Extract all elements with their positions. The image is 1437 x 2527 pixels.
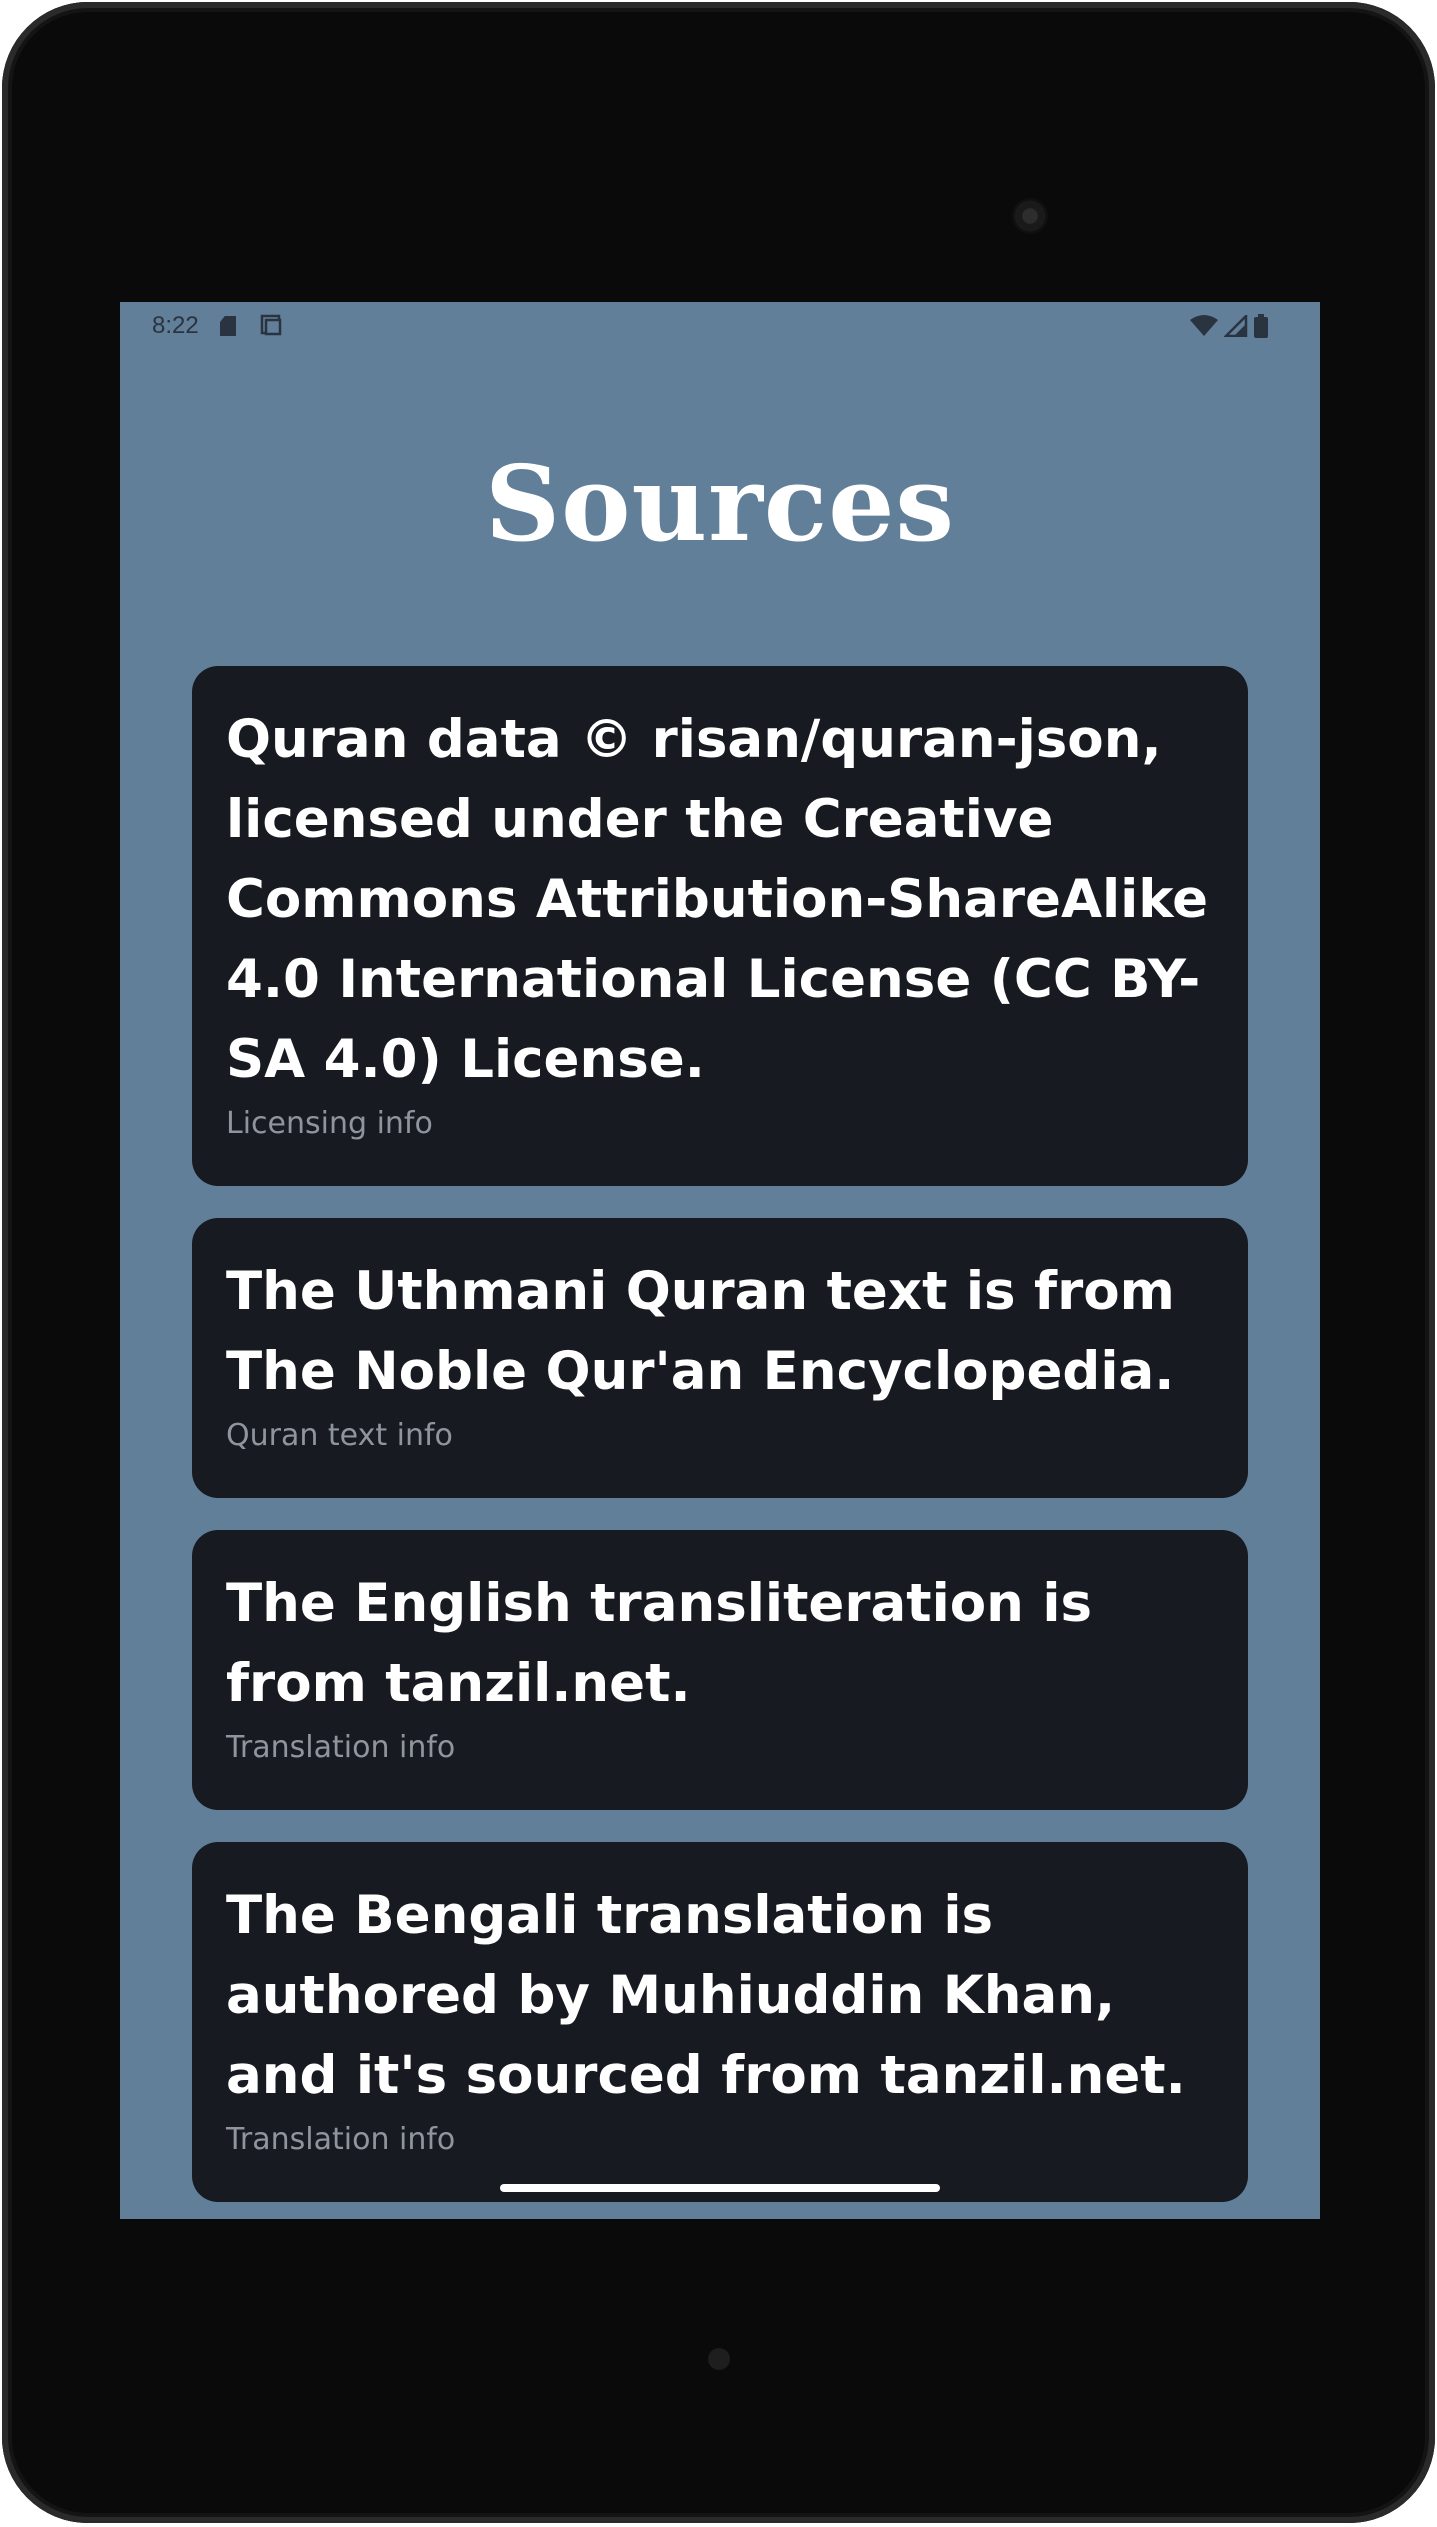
source-card-transliteration[interactable]: The English transliteration is from tanz…	[192, 1530, 1248, 1810]
card-subtitle: Translation info	[226, 2122, 456, 2157]
app-screen: 8:22 Sources Quran data © risan/quran-js…	[120, 302, 1320, 2219]
card-text: Quran data © risan/quran-json, licensed …	[226, 709, 1209, 1090]
card-text: The Bengali translation is authored by M…	[226, 1885, 1186, 2106]
card-subtitle: Quran text info	[226, 1418, 453, 1453]
front-camera	[1012, 198, 1048, 234]
source-card-licensing[interactable]: Quran data © risan/quran-json, licensed …	[192, 666, 1248, 1186]
status-time: 8:22	[152, 312, 199, 339]
status-bar: 8:22	[120, 302, 1320, 352]
screenshot-icon	[260, 314, 282, 336]
status-icons	[1190, 314, 1268, 338]
source-card-bengali-translation[interactable]: The Bengali translation is authored by M…	[192, 1842, 1248, 2202]
tablet-frame: 8:22 Sources Quran data © risan/quran-js…	[2, 2, 1435, 2523]
card-subtitle: Licensing info	[226, 1106, 433, 1141]
card-text: The English transliteration is from tanz…	[226, 1573, 1093, 1714]
battery-icon	[1254, 314, 1268, 338]
source-card-quran-text[interactable]: The Uthmani Quran text is from The Noble…	[192, 1218, 1248, 1498]
sd-card-icon	[220, 316, 236, 336]
wifi-icon	[1190, 315, 1218, 336]
gesture-navigation-bar[interactable]	[500, 2184, 940, 2192]
ambient-sensor	[708, 2348, 730, 2370]
page-title: Sources	[485, 442, 955, 565]
cellular-signal-icon	[1224, 315, 1248, 337]
card-subtitle: Translation info	[226, 1730, 456, 1765]
card-text: The Uthmani Quran text is from The Noble…	[226, 1261, 1175, 1402]
